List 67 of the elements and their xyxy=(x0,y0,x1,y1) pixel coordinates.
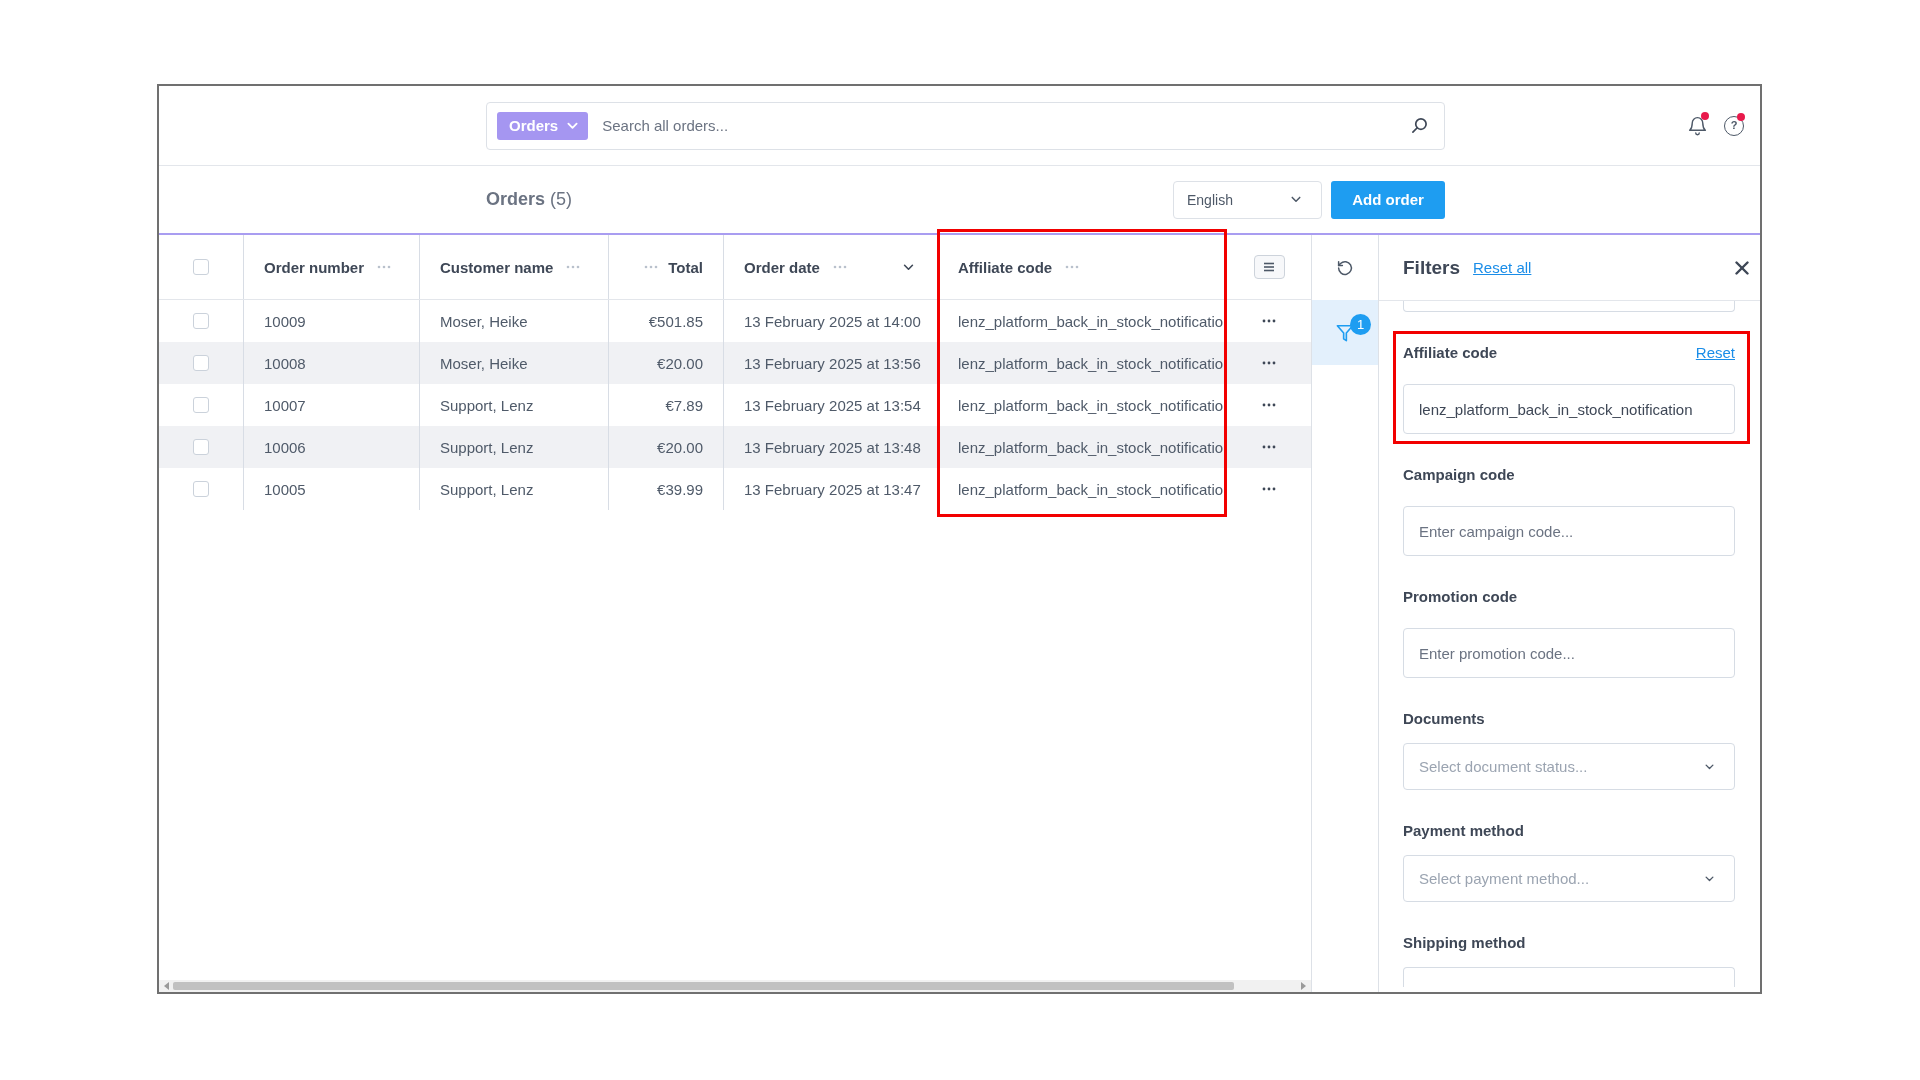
table-cell: 10006 xyxy=(244,426,420,468)
checkbox[interactable] xyxy=(193,481,209,497)
chevron-down-icon[interactable] xyxy=(903,263,914,271)
column-header[interactable]: Customer name xyxy=(440,258,554,276)
more-icon[interactable] xyxy=(1262,487,1276,491)
checkbox[interactable] xyxy=(193,397,209,413)
column-settings-button[interactable] xyxy=(1253,255,1285,279)
more-icon[interactable] xyxy=(1262,403,1276,407)
column-header[interactable]: Order number xyxy=(264,258,365,276)
table-row[interactable]: 10005 Support, Lenz €39.99 13 February 2025 at 13:47 lenz_platform_back_in_stock_notificatio xyxy=(159,468,1311,510)
table-cell: 13 February 2025 at 13:47 xyxy=(724,468,938,510)
more-icon[interactable] xyxy=(1262,361,1276,365)
input-field[interactable]: Enter promotion code... xyxy=(1403,628,1735,678)
refresh-icon xyxy=(1336,258,1354,277)
input-field[interactable] xyxy=(1403,301,1735,312)
field-label: Affiliate code xyxy=(1403,343,1498,361)
search-icon[interactable] xyxy=(1411,117,1428,134)
arrow-left-icon[interactable] xyxy=(164,982,169,990)
table-row[interactable]: 10008 Moser, Heike €20.00 13 February 2025 at 13:56 lenz_platform_back_in_stock_notificatio xyxy=(159,342,1311,384)
field-label: Documents xyxy=(1403,709,1485,727)
more-icon[interactable] xyxy=(1262,445,1276,449)
table-cell: 10005 xyxy=(244,468,420,510)
field-label: Promotion code xyxy=(1403,587,1518,605)
column-header[interactable]: Order date xyxy=(744,258,820,276)
close-icon[interactable] xyxy=(1735,260,1749,275)
table-cell: 13 February 2025 at 13:48 xyxy=(724,426,938,468)
scrollbar-thumb[interactable] xyxy=(173,982,1234,990)
help-button[interactable]: ? xyxy=(1724,115,1744,136)
field-label: Payment method xyxy=(1403,821,1524,839)
checkbox[interactable] xyxy=(193,259,209,275)
table-row[interactable]: 10006 Support, Lenz €20.00 13 February 2025 at 13:48 lenz_platform_back_in_stock_notificatio xyxy=(159,426,1311,468)
checkbox[interactable] xyxy=(193,439,209,455)
table-cell: 10008 xyxy=(244,342,420,384)
more-icon[interactable] xyxy=(1262,319,1276,323)
table-cell: lenz_platform_back_in_stock_notificatio xyxy=(938,342,1227,384)
checkbox[interactable] xyxy=(193,355,209,371)
table-cell: €39.99 xyxy=(609,468,724,510)
table-cell: 13 February 2025 at 13:56 xyxy=(724,342,938,384)
table-cell: lenz_platform_back_in_stock_notificatio xyxy=(938,468,1227,510)
input-field[interactable]: lenz_platform_back_in_stock_notification xyxy=(1403,384,1735,434)
table-cell: lenz_platform_back_in_stock_notificatio xyxy=(938,426,1227,468)
reset-all-link[interactable]: Reset all xyxy=(1473,259,1532,276)
chevron-down-icon xyxy=(1705,763,1714,770)
horizontal-scrollbar[interactable] xyxy=(159,980,1311,992)
input-field[interactable]: Enter campaign code... xyxy=(1403,506,1735,556)
field-label: Shipping method xyxy=(1403,933,1526,951)
column-header[interactable]: Total xyxy=(668,258,703,276)
table-cell: €20.00 xyxy=(609,426,724,468)
bell-icon[interactable] xyxy=(1687,115,1708,136)
language-dropdown[interactable]: English xyxy=(1173,180,1322,219)
chevron-down-icon xyxy=(1705,875,1714,882)
chevron-down-icon xyxy=(567,121,579,130)
count-badge: 1 xyxy=(1350,314,1371,335)
refresh-button[interactable] xyxy=(1336,258,1354,277)
column-header[interactable]: Affiliate code xyxy=(958,258,1053,276)
select-dropdown[interactable] xyxy=(1403,967,1735,987)
arrow-right-icon[interactable] xyxy=(1301,982,1306,990)
table-cell: €20.00 xyxy=(609,342,724,384)
chevron-down-icon xyxy=(1291,196,1301,203)
table-cell: Support, Lenz xyxy=(420,426,609,468)
checkbox[interactable] xyxy=(193,313,209,329)
field-label: Campaign code xyxy=(1403,465,1515,483)
list-icon xyxy=(1263,262,1275,272)
panel-title: Filters xyxy=(1403,256,1461,279)
table-cell: Support, Lenz xyxy=(420,468,609,510)
page-title: Orders (5) xyxy=(486,189,573,210)
table-cell: Moser, Heike xyxy=(420,342,609,384)
